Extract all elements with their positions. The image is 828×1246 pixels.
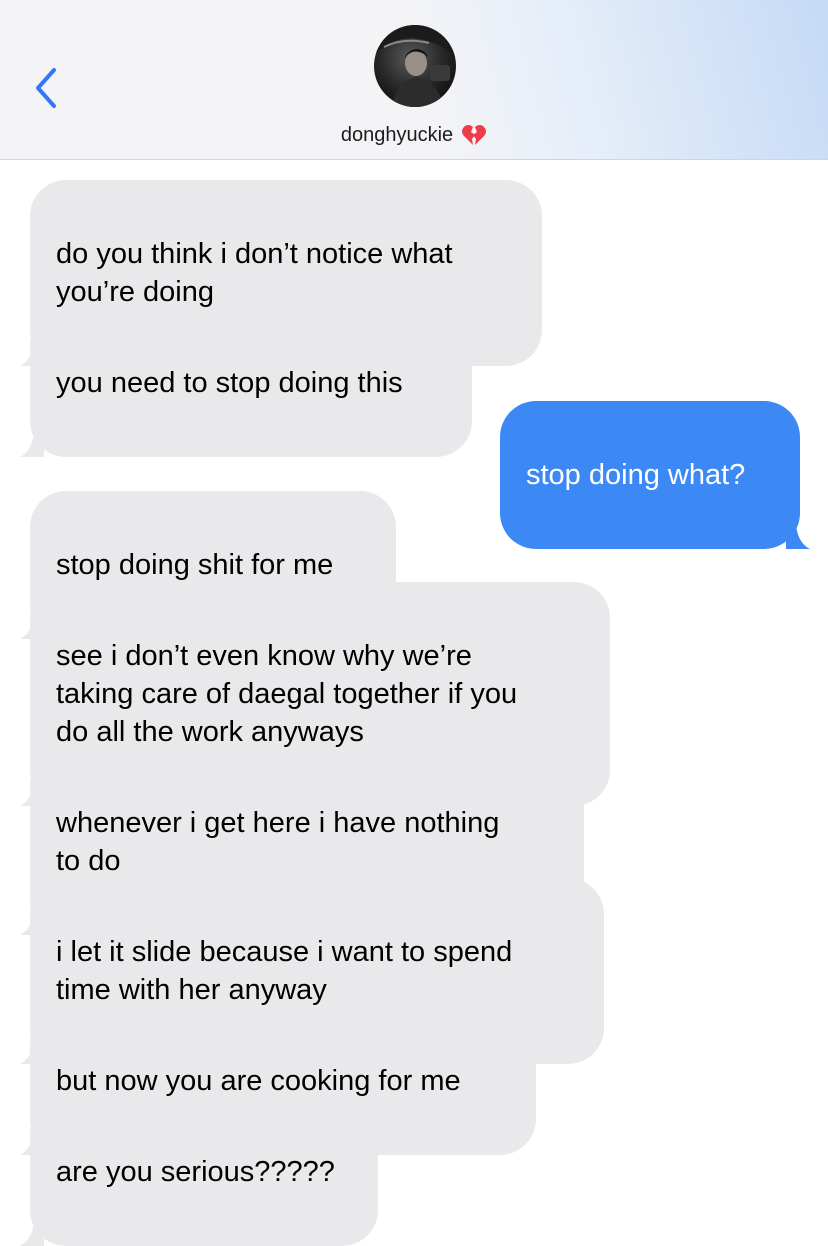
broken-heart-icon	[462, 125, 487, 145]
bubble-tail	[20, 1222, 44, 1246]
avatar[interactable]	[374, 25, 456, 107]
message-bubble-incoming[interactable]: you need to stop doing this	[20, 309, 472, 457]
message-text: stop doing what?	[526, 459, 746, 491]
conversation-header: donghyuckie	[0, 0, 828, 160]
message-text: you need to stop doing this	[56, 367, 403, 399]
contact-name-row[interactable]: donghyuckie	[0, 120, 828, 150]
message-text: are you serious?????	[56, 1156, 335, 1188]
bubble-tail	[786, 525, 810, 549]
message-text: do you think i don’t notice what you’re …	[56, 238, 453, 308]
message-bubble-incoming[interactable]: are you serious?????	[20, 1098, 378, 1246]
message-text: stop doing shit for me	[56, 549, 334, 581]
bubble-tail	[20, 433, 44, 457]
message-bubble-outgoing[interactable]: stop doing what?	[500, 401, 810, 549]
chevron-left-icon	[36, 68, 56, 108]
contact-name: donghyuckie	[340, 123, 454, 146]
message-text: but now you are cooking for me	[56, 1065, 461, 1097]
avatar-photo	[374, 25, 456, 107]
message-text: whenever i get here i have nothing to do	[56, 807, 500, 877]
message-text: see i don’t even know why we’re taking c…	[56, 640, 518, 748]
message-text: i let it slide because i want to spend t…	[56, 936, 513, 1006]
back-button[interactable]	[28, 64, 68, 112]
